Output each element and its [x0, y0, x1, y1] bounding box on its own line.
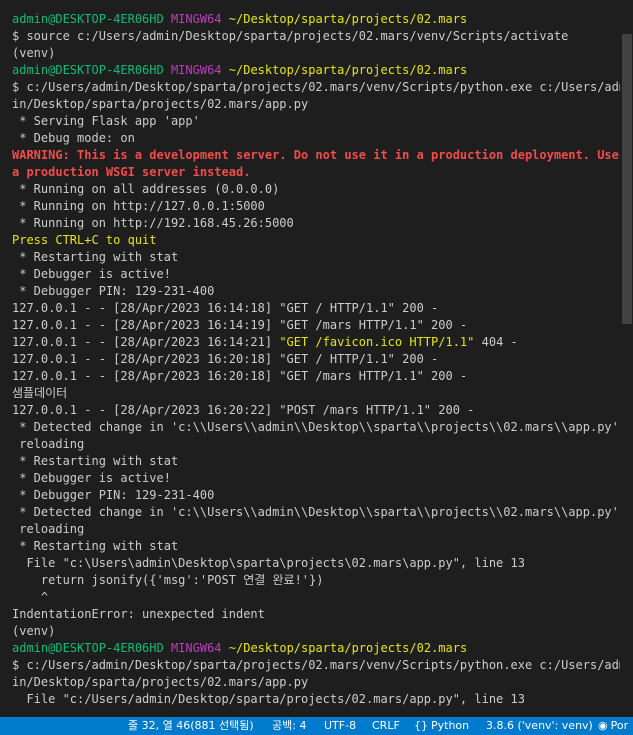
- prompt-system: MINGW64: [170, 63, 222, 77]
- python-interpreter[interactable]: 3.8.6 ('venv': venv): [484, 717, 595, 735]
- log-request: "GET /favicon.ico HTTP/1.1": [279, 335, 475, 349]
- language-label: Python: [431, 719, 470, 732]
- prompt-line: admin@DESKTOP-4ER06HD MINGW64 ~/Desktop/…: [12, 62, 620, 79]
- output-line: * Debugger PIN: 129-231-400: [12, 488, 215, 502]
- error-line: IndentationError: unexpected indent: [12, 607, 265, 621]
- output-line: * Running on http://192.168.45.26:5000: [12, 216, 294, 230]
- traceback-line: File "c:/Users/admin/Desktop/sparta/proj…: [12, 692, 525, 706]
- output-line: * Detected change in 'c:\\Users\\admin\\…: [12, 420, 620, 434]
- prompt-path: ~/Desktop/sparta/projects/02.mars: [228, 63, 468, 77]
- log-line: 127.0.0.1 - - [28/Apr/2023 16:20:18] "GE…: [12, 369, 468, 383]
- log-line: 127.0.0.1 - - [28/Apr/2023 16:14:19] "GE…: [12, 318, 468, 332]
- output-line: * Debug mode: on: [12, 131, 135, 145]
- indentation-setting[interactable]: 공백: 4: [270, 717, 308, 735]
- prompt-user: admin@DESKTOP-4ER06HD: [12, 63, 164, 77]
- traceback-caret: ^: [12, 590, 49, 604]
- log-line: 127.0.0.1 - - [28/Apr/2023 16:20:22] "PO…: [12, 403, 475, 417]
- output-line: * Restarting with stat: [12, 539, 179, 553]
- output-line: * Serving Flask app 'app': [12, 114, 200, 128]
- quit-hint: Press CTRL+C to quit: [12, 233, 157, 247]
- prompt-line: admin@DESKTOP-4ER06HD MINGW64 ~/Desktop/…: [12, 640, 620, 657]
- traceback-code: return jsonify({'msg':'POST 연결 완료!'}): [12, 573, 324, 587]
- language-mode[interactable]: {} Python: [412, 717, 471, 735]
- ports-label: Por: [610, 719, 629, 732]
- output-line: * Restarting with stat: [12, 454, 179, 468]
- broadcast-icon: ◉: [598, 719, 608, 732]
- output-line: * Running on all addresses (0.0.0.0): [12, 182, 280, 196]
- ports-item[interactable]: ◉ Por: [596, 717, 630, 735]
- prompt-user: admin@DESKTOP-4ER06HD: [12, 12, 164, 26]
- output-line: reloading: [12, 522, 85, 536]
- log-line: 127.0.0.1 - - [28/Apr/2023 16:14:18] "GE…: [12, 301, 439, 315]
- output-line: * Detected change in 'c:\\Users\\admin\\…: [12, 505, 620, 519]
- encoding-setting[interactable]: UTF-8: [322, 717, 358, 735]
- warning-line: WARNING: This is a development server. D…: [12, 148, 619, 162]
- command-line: in/Desktop/sparta/projects/02.mars/app.p…: [12, 675, 309, 689]
- traceback-line: File "c:\Users\admin\Desktop\sparta\proj…: [12, 556, 525, 570]
- prompt-system: MINGW64: [170, 641, 222, 655]
- venv-indicator: (venv): [12, 46, 56, 60]
- prompt-user: admin@DESKTOP-4ER06HD: [12, 641, 164, 655]
- warning-line: a production WSGI server instead.: [12, 165, 251, 179]
- command-line: in/Desktop/sparta/projects/02.mars/app.p…: [12, 97, 309, 111]
- output-line: reloading: [12, 437, 85, 451]
- command-line: $ c:/Users/admin/Desktop/sparta/projects…: [12, 80, 620, 94]
- output-line: * Running on http://127.0.0.1:5000: [12, 199, 265, 213]
- log-line: 127.0.0.1 - - [28/Apr/2023 16:20:18] "GE…: [12, 352, 439, 366]
- output-line: * Debugger PIN: 129-231-400: [12, 284, 215, 298]
- output-line: * Debugger is active!: [12, 267, 171, 281]
- vertical-scrollbar[interactable]: [620, 0, 633, 717]
- venv-indicator: (venv): [12, 624, 56, 638]
- cursor-position[interactable]: 줄 32, 열 46(881 선택됨): [126, 717, 256, 735]
- prompt-line: admin@DESKTOP-4ER06HD MINGW64 ~/Desktop/…: [12, 11, 620, 28]
- command-line: $ c:/Users/admin/Desktop/sparta/projects…: [12, 658, 620, 672]
- status-bar: 줄 32, 열 46(881 선택됨) 공백: 4 UTF-8 CRLF {} P…: [0, 717, 633, 735]
- log-line: 127.0.0.1 - - [28/Apr/2023 16:14:21] "GE…: [12, 334, 620, 351]
- command-line: $ source c:/Users/admin/Desktop/sparta/p…: [12, 29, 569, 43]
- terminal-output[interactable]: admin@DESKTOP-4ER06HD MINGW64 ~/Desktop/…: [0, 0, 620, 717]
- log-suffix: 404 -: [474, 335, 518, 349]
- eol-setting[interactable]: CRLF: [370, 717, 402, 735]
- braces-icon: {}: [414, 719, 428, 732]
- output-line: * Debugger is active!: [12, 471, 171, 485]
- prompt-path: ~/Desktop/sparta/projects/02.mars: [228, 12, 468, 26]
- prompt-path: ~/Desktop/sparta/projects/02.mars: [228, 641, 468, 655]
- log-prefix: 127.0.0.1 - - [28/Apr/2023 16:14:21]: [12, 335, 280, 349]
- scrollbar-thumb[interactable]: [622, 34, 632, 324]
- output-line: 샘플데이터: [12, 386, 68, 400]
- prompt-system: MINGW64: [170, 12, 222, 26]
- output-line: * Restarting with stat: [12, 250, 179, 264]
